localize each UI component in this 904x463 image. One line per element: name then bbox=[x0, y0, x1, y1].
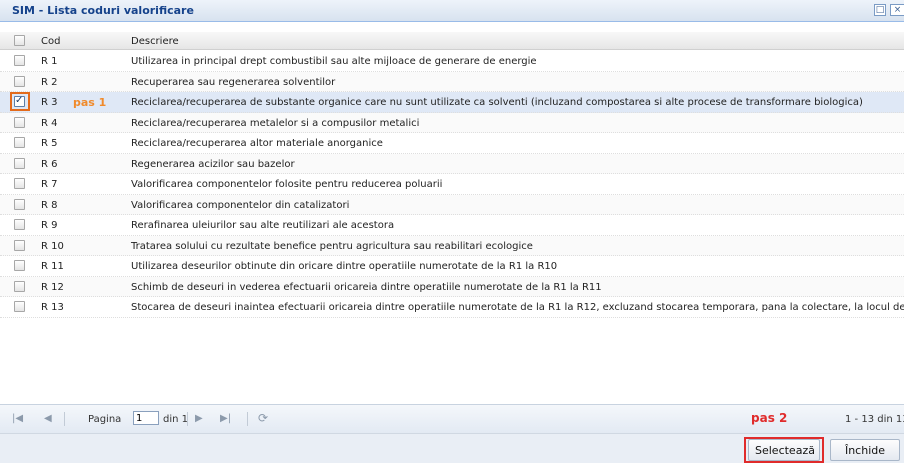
cod-cell: R 6 bbox=[41, 158, 58, 170]
close-icon[interactable]: × bbox=[890, 4, 904, 16]
descriere-cell: Reciclarea/recuperarea metalelor si a co… bbox=[131, 117, 420, 129]
step-1-annotation: pas 1 bbox=[73, 96, 107, 109]
maximize-icon[interactable]: □ bbox=[874, 4, 886, 16]
step-2-annotation: pas 2 bbox=[751, 411, 788, 425]
descriere-cell: Utilizarea deseurilor obtinute din orica… bbox=[131, 261, 558, 272]
dialog-title: SIM - Lista coduri valorificare bbox=[12, 4, 194, 17]
grid-header: Cod Descriere bbox=[0, 32, 904, 50]
descriere-cell: Reciclarea/recuperarea de substante orga… bbox=[131, 97, 863, 108]
refresh-icon[interactable]: ⟳ bbox=[258, 411, 268, 425]
page-total-label: din 1 bbox=[163, 414, 189, 425]
paging-toolbar: |◀ ◀ Pagina din 1 ▶ ▶| ⟳ pas 2 1 - 13 di… bbox=[0, 404, 904, 434]
descriere-cell: Stocarea de deseuri inaintea efectuarii … bbox=[131, 302, 904, 313]
row-checkbox[interactable] bbox=[14, 198, 25, 210]
column-header-descriere[interactable]: Descriere bbox=[131, 36, 179, 47]
cod-cell: R 13 bbox=[41, 302, 64, 313]
table-row[interactable]: R 1 Utilizarea in principal drept combust… bbox=[0, 51, 904, 72]
row-checkbox[interactable] bbox=[14, 178, 25, 189]
close-button[interactable]: Închide bbox=[830, 439, 900, 461]
select-all-checkbox[interactable] bbox=[14, 35, 25, 46]
page-label: Pagina bbox=[88, 414, 122, 425]
table-row[interactable]: R 8 Valorificarea componentelor din catal… bbox=[0, 194, 904, 215]
record-count: 1 - 13 din 13 bbox=[845, 414, 904, 425]
last-page-icon[interactable]: ▶| bbox=[220, 413, 231, 424]
grid-body: R 1 Utilizarea in principal drept combust… bbox=[0, 51, 904, 318]
descriere-cell: Valorificarea componentelor folosite pen… bbox=[131, 179, 443, 190]
cod-cell: R 8 bbox=[41, 199, 58, 211]
row-checkbox[interactable] bbox=[14, 280, 25, 292]
row-checkbox[interactable] bbox=[14, 301, 25, 312]
table-row[interactable]: R 2 Recuperarea sau regenerarea solventil… bbox=[0, 71, 904, 92]
descriere-cell: Utilizarea in principal drept combustibi… bbox=[131, 56, 537, 67]
row-checkbox[interactable] bbox=[14, 157, 25, 169]
cod-cell: R 12 bbox=[41, 281, 64, 293]
table-row[interactable]: R 6 Regenerarea acizilor sau bazelor bbox=[0, 153, 904, 174]
cod-cell: R 10 bbox=[41, 240, 64, 252]
descriere-cell: Valorificarea componentelor din cataliza… bbox=[131, 199, 350, 211]
row-checkbox[interactable] bbox=[14, 55, 25, 66]
table-row[interactable]: R 13 Stocarea de deseuri inaintea efectua… bbox=[0, 297, 904, 318]
table-row[interactable]: R 10 Tratarea solului cu rezultate benefi… bbox=[0, 235, 904, 256]
first-page-icon[interactable]: |◀ bbox=[12, 413, 23, 424]
toolbar-separator bbox=[247, 412, 248, 426]
table-row[interactable]: R 3 pas 1 Reciclarea/recuperarea de substa… bbox=[0, 92, 904, 113]
cod-cell: R 11 bbox=[41, 261, 64, 272]
page-number-input[interactable] bbox=[133, 411, 159, 425]
toolbar-separator bbox=[187, 412, 188, 426]
row-checkbox[interactable] bbox=[14, 75, 25, 87]
cod-cell: R 4 bbox=[41, 117, 58, 129]
row-checkbox[interactable] bbox=[14, 95, 25, 107]
cod-cell: R 7 bbox=[41, 179, 58, 190]
cod-cell: R 1 bbox=[41, 56, 58, 67]
table-row[interactable]: R 7 Valorificarea componentelor folosite … bbox=[0, 174, 904, 195]
prev-page-icon[interactable]: ◀ bbox=[44, 413, 52, 424]
row-checkbox[interactable] bbox=[14, 137, 25, 148]
next-page-icon[interactable]: ▶ bbox=[195, 413, 203, 424]
cod-cell: R 3 bbox=[41, 97, 58, 108]
table-row[interactable]: R 11 Utilizarea deseurilor obtinute din o… bbox=[0, 256, 904, 277]
cod-cell: R 5 bbox=[41, 138, 58, 149]
table-row[interactable]: R 9 Rerafinarea uleiurilor sau alte reuti… bbox=[0, 215, 904, 236]
column-header-cod[interactable]: Cod bbox=[41, 36, 60, 47]
row-checkbox[interactable] bbox=[14, 219, 25, 230]
dialog-footer: Selectează Închide bbox=[0, 434, 904, 463]
cod-cell: R 9 bbox=[41, 220, 58, 231]
table-row[interactable]: R 4 Reciclarea/recuperarea metalelor si a… bbox=[0, 112, 904, 133]
table-row[interactable]: R 5 Reciclarea/recuperarea altor material… bbox=[0, 133, 904, 154]
dialog-titlebar: SIM - Lista coduri valorificare □ × bbox=[0, 0, 904, 22]
descriere-cell: Reciclarea/recuperarea altor materiale a… bbox=[131, 138, 383, 149]
select-button[interactable]: Selectează bbox=[748, 439, 820, 461]
table-row[interactable]: R 12 Schimb de deseuri in vederea efectua… bbox=[0, 276, 904, 297]
descriere-cell: Rerafinarea uleiurilor sau alte reutiliz… bbox=[131, 220, 395, 231]
descriere-cell: Tratarea solului cu rezultate benefice p… bbox=[131, 240, 533, 252]
descriere-cell: Regenerarea acizilor sau bazelor bbox=[131, 158, 295, 170]
cod-cell: R 2 bbox=[41, 76, 58, 88]
row-checkbox[interactable] bbox=[14, 239, 25, 251]
descriere-cell: Schimb de deseuri in vederea efectuarii … bbox=[131, 281, 602, 293]
row-checkbox[interactable] bbox=[14, 260, 25, 271]
toolbar-separator bbox=[64, 412, 65, 426]
row-checkbox[interactable] bbox=[14, 116, 25, 128]
descriere-cell: Recuperarea sau regenerarea solventilor bbox=[131, 76, 336, 88]
codes-dialog: SIM - Lista coduri valorificare □ × Cod … bbox=[0, 0, 904, 463]
